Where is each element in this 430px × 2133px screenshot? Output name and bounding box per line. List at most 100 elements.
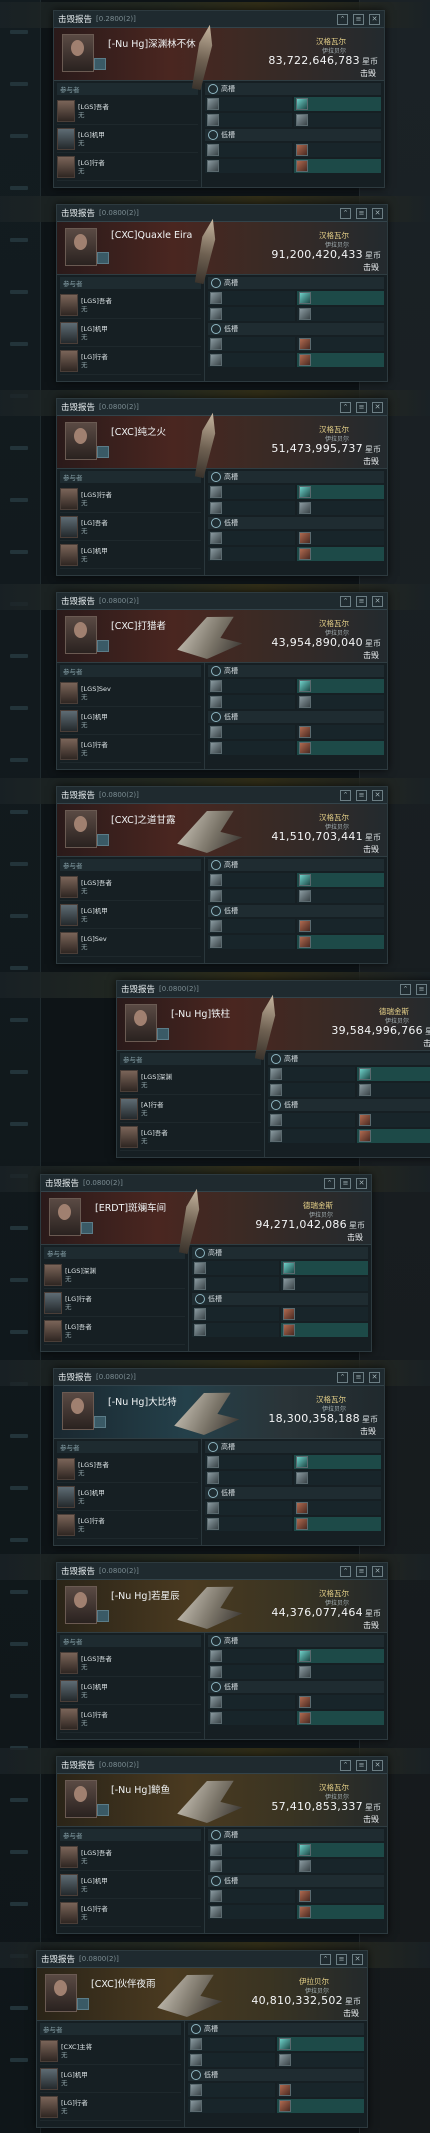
ship-image[interactable]: [170, 609, 243, 667]
fitted-item[interactable]: [297, 873, 384, 887]
attacker-row[interactable]: [LGS]深渊无: [120, 1067, 261, 1095]
fitted-item[interactable]: [208, 1843, 295, 1857]
attacker-name[interactable]: [LG]机甲: [81, 547, 108, 555]
close-icon[interactable]: ✕: [372, 207, 383, 219]
attacker-portrait[interactable]: [60, 903, 78, 926]
sidebar-tick[interactable]: [10, 810, 28, 814]
fitted-item[interactable]: [208, 873, 295, 887]
attacker-row[interactable]: [LG]行者无: [44, 1289, 185, 1317]
fitted-item[interactable]: [205, 1501, 292, 1515]
attacker-name[interactable]: [LG]机甲: [81, 907, 108, 915]
attacker-row[interactable]: [LGS]吾者无: [60, 291, 201, 319]
attacker-name[interactable]: [LGS]深渊: [65, 1267, 96, 1275]
attacker-row[interactable]: [LG]机甲无: [57, 1483, 198, 1511]
fitted-item[interactable]: [208, 547, 295, 561]
victim-name[interactable]: [-Nu Hg]深渊林不休: [108, 36, 196, 50]
attacker-row[interactable]: [LG]机甲无: [60, 901, 201, 929]
fitted-item[interactable]: [208, 337, 295, 351]
attacker-row[interactable]: [LGS]行者无: [60, 485, 201, 513]
fitted-item[interactable]: [357, 1113, 430, 1127]
fitted-item[interactable]: [208, 1905, 295, 1919]
attacker-row[interactable]: [LGS]深渊无: [44, 1261, 185, 1289]
attacker-name[interactable]: [LGS]吾者: [81, 297, 112, 305]
victim-portrait[interactable]: [65, 1780, 97, 1818]
fitted-item[interactable]: [192, 1307, 279, 1321]
attacker-name[interactable]: [LGS]吾者: [78, 1461, 109, 1469]
attacker-name[interactable]: [LG]行者: [78, 1517, 105, 1525]
fitted-item[interactable]: [208, 307, 295, 321]
fitted-item[interactable]: [294, 143, 381, 157]
fitted-item[interactable]: [208, 695, 295, 709]
attacker-portrait[interactable]: [60, 1679, 78, 1702]
fitted-item[interactable]: [208, 501, 295, 515]
victim-portrait[interactable]: [65, 1586, 97, 1624]
fitted-item[interactable]: [192, 1323, 279, 1337]
fitted-item[interactable]: [192, 1261, 279, 1275]
fitted-item[interactable]: [277, 2053, 364, 2067]
fitted-item[interactable]: [208, 1889, 295, 1903]
menu-icon[interactable]: ≡: [356, 1759, 367, 1771]
menu-icon[interactable]: ≡: [353, 13, 364, 25]
fitted-item[interactable]: [294, 113, 381, 127]
attacker-name[interactable]: [LG]Sev: [81, 935, 107, 943]
attacker-name[interactable]: [LG]机甲: [81, 1683, 108, 1691]
attacker-row[interactable]: [LG]Sev 无: [60, 929, 201, 957]
fitted-item[interactable]: [208, 741, 295, 755]
victim-name[interactable]: [-Nu Hg]若星辰: [111, 1588, 180, 1602]
fitted-item[interactable]: [297, 1649, 384, 1663]
panel-header[interactable]: 击毁报告[0.0800(2)]⌃≡✕: [37, 1951, 367, 1968]
fitted-item[interactable]: [297, 1711, 384, 1725]
attacker-name[interactable]: [LG]吾者: [81, 519, 108, 527]
pin-icon[interactable]: ⌃: [340, 595, 351, 607]
sidebar-tick[interactable]: [10, 290, 28, 294]
fitted-item[interactable]: [297, 501, 384, 515]
attacker-portrait[interactable]: [57, 99, 75, 122]
attacker-portrait[interactable]: [60, 737, 78, 760]
fitted-item[interactable]: [357, 1067, 430, 1081]
fitted-item[interactable]: [294, 159, 381, 173]
fitted-item[interactable]: [208, 935, 295, 949]
fitted-item[interactable]: [294, 1501, 381, 1515]
menu-icon[interactable]: ≡: [356, 401, 367, 413]
panel-header[interactable]: 击毁报告[0.0800(2)]⌃≡✕: [57, 1563, 387, 1580]
attacker-portrait[interactable]: [57, 1457, 75, 1480]
fitted-item[interactable]: [277, 2083, 364, 2097]
close-icon[interactable]: ✕: [372, 789, 383, 801]
attacker-portrait[interactable]: [57, 127, 75, 150]
attacker-name[interactable]: [LG]机甲: [61, 2071, 88, 2079]
fitted-item[interactable]: [297, 741, 384, 755]
attacker-name[interactable]: [LG]行者: [61, 2099, 88, 2107]
panel-header[interactable]: 击毁报告[0.0800(2)]⌃≡✕: [57, 787, 387, 804]
attacker-name[interactable]: [LG]机甲: [81, 713, 108, 721]
victim-name[interactable]: [CXC]纯之火: [111, 424, 166, 438]
fitted-item[interactable]: [297, 1859, 384, 1873]
fitted-item[interactable]: [297, 547, 384, 561]
fitted-item[interactable]: [297, 307, 384, 321]
fitted-item[interactable]: [294, 1517, 381, 1531]
fitted-item[interactable]: [297, 889, 384, 903]
fitted-item[interactable]: [208, 919, 295, 933]
fitted-item[interactable]: [188, 2083, 275, 2097]
menu-icon[interactable]: ≡: [416, 983, 427, 995]
attacker-portrait[interactable]: [60, 1845, 78, 1868]
close-icon[interactable]: ✕: [369, 13, 380, 25]
panel-header[interactable]: 击毁报告[0.0800(2)]⌃≡✕: [57, 1757, 387, 1774]
panel-header[interactable]: 击毁报告[0.0800(2)]⌃≡✕: [117, 981, 430, 998]
attacker-portrait[interactable]: [120, 1097, 138, 1120]
victim-name[interactable]: [CXC]打猎者: [111, 618, 166, 632]
attacker-portrait[interactable]: [60, 681, 78, 704]
panel-header[interactable]: 击毁报告[0.0800(2)]⌃≡✕: [57, 399, 387, 416]
attacker-name[interactable]: [LG]行者: [65, 1295, 92, 1303]
victim-portrait[interactable]: [65, 228, 97, 266]
pin-icon[interactable]: ⌃: [340, 207, 351, 219]
attacker-name[interactable]: [LG]行者: [81, 741, 108, 749]
attacker-row[interactable]: [LG]吾者无: [44, 1317, 185, 1345]
attacker-name[interactable]: [LG]行者: [81, 1905, 108, 1913]
attacker-portrait[interactable]: [40, 2095, 58, 2118]
fitted-item[interactable]: [294, 1471, 381, 1485]
sidebar-tick[interactable]: [10, 1850, 28, 1854]
attacker-row[interactable]: [LGS]吾者无: [60, 1649, 201, 1677]
fitted-item[interactable]: [205, 143, 292, 157]
fitted-item[interactable]: [188, 2099, 275, 2113]
sidebar-tick[interactable]: [10, 1642, 28, 1646]
